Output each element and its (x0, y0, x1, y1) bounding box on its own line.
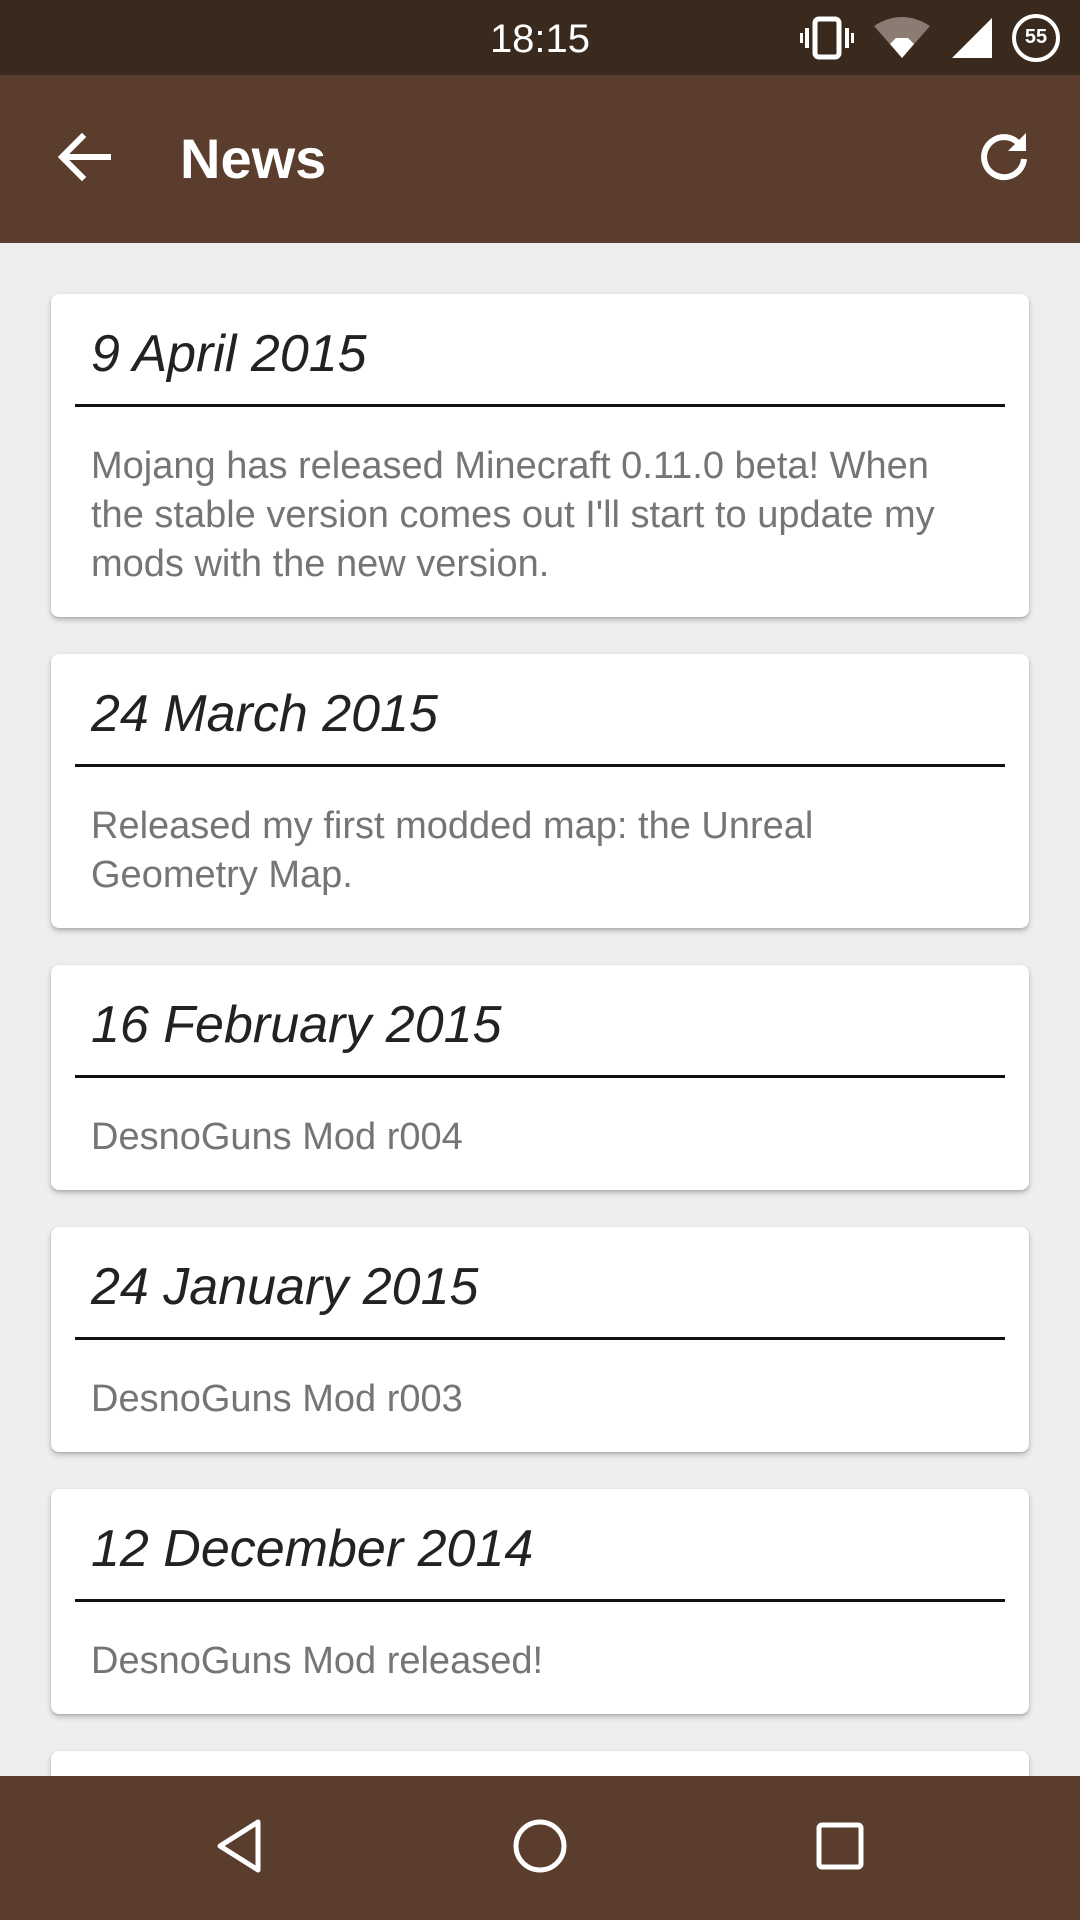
nav-back-button[interactable] (200, 1808, 280, 1888)
battery-icon: 55 (1012, 13, 1060, 62)
news-date: 12 December 2014 (91, 1520, 534, 1578)
status-icons: 55 (800, 0, 1060, 75)
status-bar: 18:15 55 (0, 0, 1080, 75)
news-date: 24 March 2015 (91, 685, 438, 743)
page-title: News (180, 127, 327, 190)
divider (75, 1075, 1005, 1078)
news-card[interactable]: 24 March 2015 Released my first modded m… (51, 654, 1029, 928)
refresh-icon (976, 129, 1032, 190)
news-date: 24 January 2015 (91, 1258, 479, 1316)
nav-recents-button[interactable] (800, 1808, 880, 1888)
navigation-bar (0, 1776, 1080, 1920)
home-circle-icon (510, 1816, 570, 1881)
divider (75, 1599, 1005, 1602)
refresh-button[interactable] (964, 119, 1044, 199)
arrow-back-icon (56, 129, 112, 190)
divider (75, 404, 1005, 407)
recents-square-icon (810, 1816, 870, 1881)
back-triangle-icon (210, 1816, 270, 1881)
divider (75, 1337, 1005, 1340)
news-body: DesnoGuns Mod r003 (91, 1378, 463, 1420)
news-card[interactable]: 24 January 2015 DesnoGuns Mod r003 (51, 1227, 1029, 1452)
vibrate-icon (800, 16, 854, 60)
news-card-partial[interactable] (51, 1751, 1029, 1776)
back-button[interactable] (44, 119, 124, 199)
news-card[interactable]: 12 December 2014 DesnoGuns Mod released! (51, 1489, 1029, 1714)
wifi-icon (872, 16, 932, 60)
news-body: Mojang has released Minecraft 0.11.0 bet… (91, 445, 935, 585)
news-date: 16 February 2015 (91, 996, 502, 1054)
news-card[interactable]: 16 February 2015 DesnoGuns Mod r004 (51, 965, 1029, 1190)
news-list[interactable]: 9 April 2015 Mojang has released Minecra… (0, 243, 1080, 1776)
news-body: DesnoGuns Mod r004 (91, 1116, 463, 1158)
news-body: DesnoGuns Mod released! (91, 1640, 544, 1682)
news-body: Released my first modded map: the Unreal… (91, 805, 814, 896)
news-date: 9 April 2015 (91, 325, 367, 383)
app-bar: News (0, 75, 1080, 243)
nav-home-button[interactable] (500, 1808, 580, 1888)
signal-icon (950, 16, 994, 60)
divider (75, 764, 1005, 767)
news-card[interactable]: 9 April 2015 Mojang has released Minecra… (51, 294, 1029, 617)
